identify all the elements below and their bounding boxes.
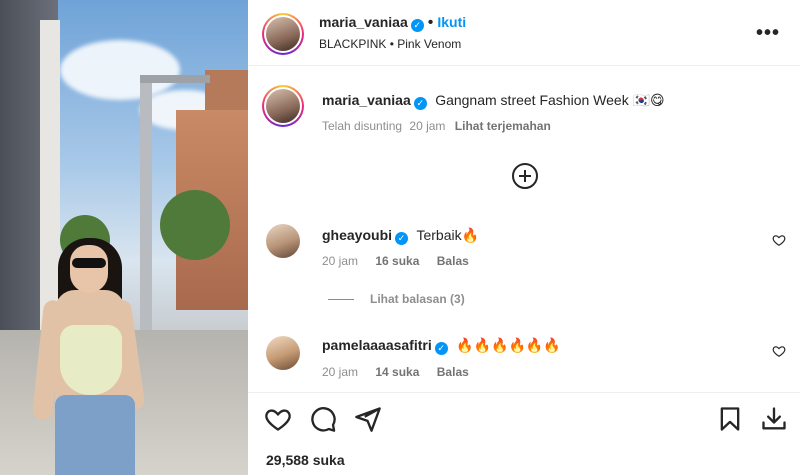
plus-circle-icon[interactable] <box>512 163 538 189</box>
reply-button[interactable]: Balas <box>437 254 469 268</box>
view-replies-label: Lihat balasan (3) <box>370 292 465 306</box>
verified-badge-icon: ✓ <box>410 19 424 32</box>
download-icon[interactable] <box>760 405 788 433</box>
street-pole <box>140 75 152 365</box>
caption-text: Gangnam street Fashion Week 🇰🇷😋 <box>435 92 665 108</box>
heart-icon[interactable] <box>772 233 786 247</box>
share-icon[interactable] <box>354 405 382 433</box>
sunglasses <box>72 258 106 268</box>
view-replies-button[interactable]: Lihat balasan (3) <box>328 292 465 306</box>
comment-likes[interactable]: 14 suka <box>375 365 419 379</box>
tree <box>160 190 230 260</box>
post-detail-panel: maria_vaniaa ✓ • Ikuti BLACKPINK • Pink Ven… <box>248 0 800 475</box>
author-avatar[interactable] <box>262 13 304 55</box>
more-options-icon[interactable]: ••• <box>756 22 780 45</box>
comment-time: 20 jam <box>322 365 359 379</box>
heart-icon[interactable] <box>264 405 292 433</box>
person-face <box>70 245 108 293</box>
author-username[interactable]: maria_vaniaa <box>319 14 408 30</box>
person-jeans <box>55 395 135 475</box>
audio-track[interactable]: BLACKPINK • Pink Venom <box>319 37 461 51</box>
comment-line: pamelaaaasafitri ✓ 🔥🔥🔥🔥🔥🔥 <box>322 337 561 355</box>
comment-username[interactable]: gheayoubi <box>322 227 392 243</box>
comment-meta: 20 jam 16 suka Balas <box>322 254 469 268</box>
comment-meta: 20 jam 14 suka Balas <box>322 365 469 379</box>
edited-label: Telah disunting <box>322 119 403 133</box>
post-header: maria_vaniaa ✓ • Ikuti BLACKPINK • Pink Ven… <box>248 0 800 66</box>
comment-avatar[interactable] <box>266 336 300 370</box>
comment-text: Terbaik🔥 <box>416 227 480 243</box>
likes-count[interactable]: 29,588 suka <box>266 452 345 468</box>
post-media-video[interactable] <box>0 0 248 475</box>
caption-author-username[interactable]: maria_vaniaa <box>322 92 411 108</box>
comment-icon[interactable] <box>309 405 337 433</box>
person-top <box>60 325 122 395</box>
see-translation-link[interactable]: Lihat terjemahan <box>455 119 551 133</box>
comment-avatar[interactable] <box>266 224 300 258</box>
reply-button[interactable]: Balas <box>437 365 469 379</box>
bookmark-icon[interactable] <box>716 405 744 433</box>
caption-meta: Telah disunting 20 jam Lihat terjemahan <box>322 119 551 133</box>
action-bar <box>248 392 800 436</box>
street-pole-arm <box>140 75 210 83</box>
caption-time: 20 jam <box>409 119 446 133</box>
caption-line: maria_vaniaa ✓ Gangnam street Fashion Wee… <box>322 92 665 110</box>
comment-text: 🔥🔥🔥🔥🔥🔥 <box>456 337 561 353</box>
follow-button[interactable]: Ikuti <box>437 14 466 30</box>
author-line: maria_vaniaa ✓ • Ikuti <box>319 14 466 32</box>
separator-dot: • <box>427 14 434 31</box>
caption-author-avatar[interactable] <box>262 85 304 127</box>
replies-divider <box>328 298 354 300</box>
comment-username[interactable]: pamelaaaasafitri <box>322 337 432 353</box>
verified-badge-icon: ✓ <box>434 342 448 355</box>
verified-badge-icon: ✓ <box>395 232 409 245</box>
comment-time: 20 jam <box>322 254 359 268</box>
heart-icon[interactable] <box>772 344 786 358</box>
comment-likes[interactable]: 16 suka <box>375 254 419 268</box>
verified-badge-icon: ✓ <box>413 97 427 110</box>
comment-line: gheayoubi ✓ Terbaik🔥 <box>322 227 479 245</box>
cloud <box>60 40 180 100</box>
